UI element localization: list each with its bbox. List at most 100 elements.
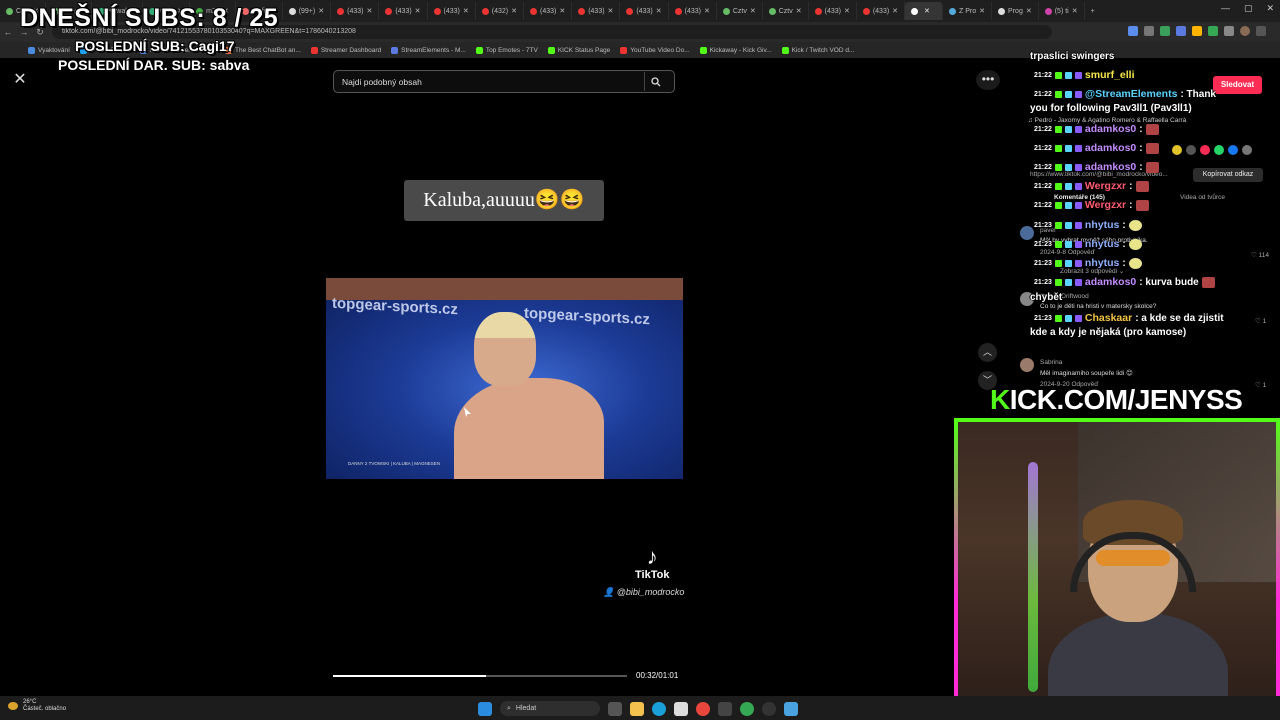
- browser-tab[interactable]: (432) ✕: [476, 2, 524, 20]
- comment-username[interactable]: Sabrina: [1040, 359, 1062, 366]
- follow-button[interactable]: Sledovat: [1213, 76, 1262, 94]
- browser-tab[interactable]: Cztv ✕: [763, 2, 809, 20]
- bookmark-item[interactable]: KICK Status Page: [547, 46, 610, 54]
- chat-username[interactable]: @StreamElements: [1085, 88, 1178, 100]
- tab-close-icon[interactable]: ✕: [892, 7, 898, 15]
- bookmark-item[interactable]: Kick / Twitch VOD d...: [781, 46, 854, 54]
- chat-username[interactable]: smurf_elli: [1085, 69, 1135, 81]
- video-progress-bar[interactable]: [333, 675, 627, 677]
- tab-close-icon[interactable]: ✕: [318, 7, 324, 15]
- more-options-icon[interactable]: •••: [976, 70, 1000, 90]
- tab-close-icon[interactable]: ✕: [415, 7, 421, 15]
- bookmark-star-icon[interactable]: [1144, 26, 1154, 36]
- bookmark-item[interactable]: Vyaktování: [28, 46, 70, 54]
- start-icon[interactable]: [478, 701, 492, 716]
- tab-close-icon[interactable]: ✕: [559, 7, 565, 15]
- tab-close-icon[interactable]: ✕: [511, 7, 517, 15]
- video-player[interactable]: Kaluba,auuuu😆😆 topgear-sports.cz topgear…: [325, 95, 684, 695]
- task-view-icon[interactable]: [608, 701, 622, 716]
- app-icon[interactable]: [718, 701, 732, 716]
- bookmark-item[interactable]: Kickaway - Kick Giv...: [699, 46, 772, 54]
- obs-icon[interactable]: [762, 701, 776, 716]
- chat-username[interactable]: Chaskaar: [1085, 312, 1132, 324]
- maximize-icon[interactable]: ▢: [1244, 3, 1253, 14]
- share-arrow-icon[interactable]: [1242, 145, 1252, 155]
- extensions-puzzle-icon[interactable]: [1224, 26, 1234, 36]
- browser-tab[interactable]: ✕: [905, 2, 944, 20]
- tab-close-icon[interactable]: ✕: [1072, 7, 1078, 15]
- browser-tab[interactable]: (433) ✕: [620, 2, 669, 20]
- search-icon[interactable]: [644, 72, 666, 91]
- tab-close-icon[interactable]: ✕: [796, 7, 802, 15]
- comment-likes[interactable]: ♡ 1: [1255, 317, 1266, 325]
- close-icon[interactable]: ✕: [11, 71, 29, 89]
- avatar[interactable]: [1020, 226, 1034, 240]
- bookmark-item[interactable]: StreamElements - M...: [391, 46, 466, 54]
- bookmark-item[interactable]: Top Emotes - 7TV: [475, 46, 538, 54]
- chrome-profile-icon[interactable]: [740, 701, 754, 716]
- store-icon[interactable]: [674, 701, 688, 716]
- chat-username[interactable]: adamkos0: [1085, 142, 1136, 154]
- tab-close-icon[interactable]: ✕: [750, 7, 756, 15]
- back-icon[interactable]: ←: [0, 27, 16, 37]
- browser-tab[interactable]: (99+) ✕: [283, 2, 332, 20]
- creator-videos-tab[interactable]: Videa od tvůrce: [1180, 194, 1225, 201]
- extension-icon[interactable]: [1160, 26, 1170, 36]
- weather-widget[interactable]: 26°C Částeč. oblačno: [8, 699, 66, 713]
- browser-tab[interactable]: (433) ✕: [331, 2, 380, 20]
- edge-icon[interactable]: [652, 701, 666, 716]
- tab-close-icon[interactable]: ✕: [463, 7, 469, 15]
- whatsapp-icon[interactable]: [1214, 145, 1224, 155]
- comment-meta[interactable]: 2024-9-8 Odpověď: [1040, 249, 1095, 256]
- browser-tab[interactable]: (433) ✕: [379, 2, 428, 20]
- tab-close-icon[interactable]: ✕: [704, 7, 710, 15]
- close-window-icon[interactable]: ✕: [1266, 3, 1274, 14]
- chat-username[interactable]: Wergzxr: [1085, 199, 1126, 211]
- tab-close-icon[interactable]: ✕: [924, 7, 930, 15]
- extension-icon[interactable]: [1176, 26, 1186, 36]
- notepad-icon[interactable]: [784, 701, 798, 716]
- comment-likes[interactable]: ♡ 114: [1251, 251, 1269, 259]
- copy-link-button[interactable]: Kopírovat odkaz: [1193, 168, 1263, 182]
- browser-tab[interactable]: (5) ti ✕: [1039, 2, 1085, 20]
- chat-username[interactable]: nhytus: [1085, 238, 1119, 250]
- chat-username[interactable]: nhytus: [1085, 219, 1119, 231]
- translate-icon[interactable]: [1128, 26, 1138, 36]
- file-explorer-icon[interactable]: [630, 701, 644, 716]
- embed-icon[interactable]: [1172, 145, 1182, 155]
- tab-close-icon[interactable]: ✕: [844, 7, 850, 15]
- chat-username[interactable]: nhytus: [1085, 257, 1119, 269]
- chat-username[interactable]: adamkos0: [1085, 161, 1136, 173]
- taskbar-search[interactable]: ⌕ Hledat: [500, 701, 600, 716]
- bookmark-item[interactable]: Streamer Dashboard: [310, 46, 381, 54]
- extension-icon[interactable]: [1192, 26, 1202, 36]
- video-frame[interactable]: topgear-sports.cz topgear-sports.cz DANN…: [326, 278, 683, 479]
- tab-close-icon[interactable]: ✕: [656, 7, 662, 15]
- browser-tab[interactable]: (433) ✕: [572, 2, 621, 20]
- chat-username[interactable]: adamkos0: [1085, 276, 1136, 288]
- avatar[interactable]: [1020, 358, 1034, 372]
- tab-close-icon[interactable]: ✕: [366, 7, 372, 15]
- comment-likes[interactable]: ♡ 1: [1255, 381, 1266, 389]
- browser-tab[interactable]: (433) ✕: [809, 2, 857, 20]
- chat-username[interactable]: Wergzxr: [1085, 180, 1126, 192]
- browser-tab[interactable]: (433) ✕: [428, 2, 476, 20]
- browser-tab[interactable]: Z Pro ✕: [943, 2, 993, 20]
- previous-video-button[interactable]: ︿: [978, 343, 997, 362]
- facebook-icon[interactable]: [1228, 145, 1238, 155]
- new-tab-button[interactable]: +: [1085, 2, 1101, 20]
- minimize-icon[interactable]: —: [1221, 3, 1230, 14]
- browser-tab[interactable]: (433) ✕: [857, 2, 906, 20]
- browser-tab[interactable]: (433) ✕: [524, 2, 573, 20]
- browser-tab[interactable]: (433) ✕: [669, 2, 717, 20]
- extension-icon[interactable]: [1208, 26, 1218, 36]
- tab-close-icon[interactable]: ✕: [608, 7, 614, 15]
- send-icon[interactable]: [1200, 145, 1210, 155]
- search-input[interactable]: Najdi podobný obsah: [333, 70, 675, 93]
- chrome-icon[interactable]: [696, 701, 710, 716]
- tab-close-icon[interactable]: ✕: [979, 7, 985, 15]
- menu-icon[interactable]: [1256, 26, 1266, 36]
- bookmark-item[interactable]: YouTube Video Do...: [620, 46, 690, 54]
- browser-tab[interactable]: Prog ✕: [992, 2, 1039, 20]
- profile-avatar[interactable]: [1240, 26, 1250, 36]
